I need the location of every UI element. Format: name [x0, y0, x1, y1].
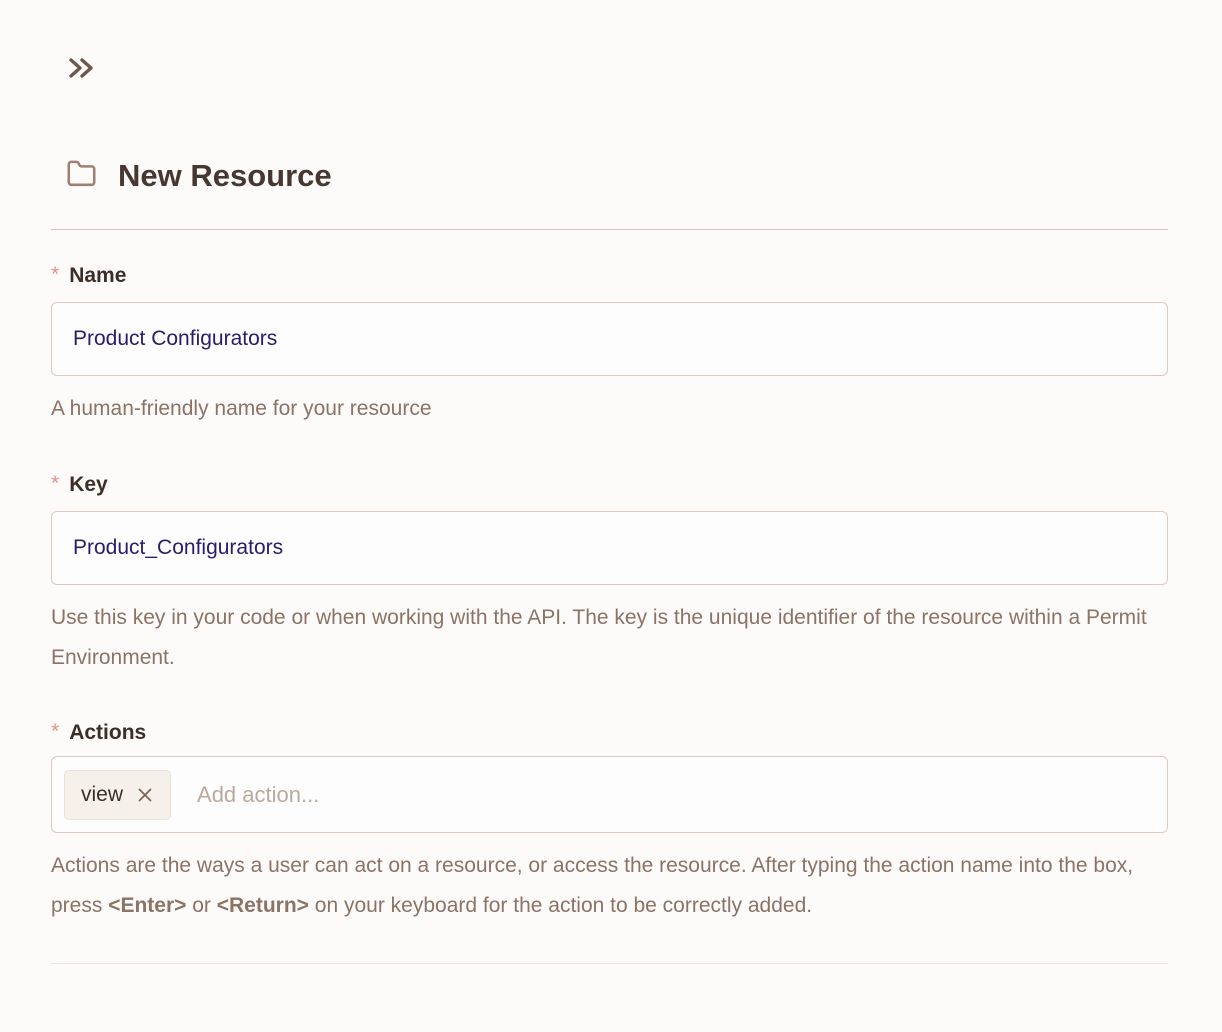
enter-key-hint: <Enter>: [108, 894, 186, 917]
drawer-header: New Resource: [66, 155, 1168, 197]
name-input[interactable]: [51, 302, 1168, 376]
key-helper-text: Use this key in your code or when workin…: [51, 598, 1168, 678]
name-helper-text: A human-friendly name for your resource: [51, 389, 1168, 429]
required-marker: *: [51, 470, 59, 498]
collapse-drawer-button[interactable]: [66, 53, 96, 86]
remove-action-icon[interactable]: [136, 786, 154, 804]
actions-helper-text: Actions are the ways a user can act on a…: [51, 846, 1168, 926]
footer-divider: [51, 963, 1168, 964]
action-tag-label: view: [81, 783, 123, 807]
page-title: New Resource: [118, 155, 332, 197]
add-action-input[interactable]: [195, 781, 1155, 809]
key-label: Key: [69, 471, 108, 499]
actions-tag-input-box[interactable]: view: [51, 756, 1168, 833]
header-divider: [51, 229, 1168, 230]
actions-label: Actions: [69, 719, 146, 747]
new-resource-drawer: New Resource * Name A human-friendly nam…: [0, 0, 1222, 1032]
return-key-hint: <Return>: [217, 894, 309, 917]
name-label: Name: [69, 262, 126, 290]
actions-label-row: * Actions: [51, 719, 1168, 747]
action-tag-chip: view: [64, 770, 171, 820]
key-input[interactable]: [51, 511, 1168, 585]
new-resource-form: * Name A human-friendly name for your re…: [51, 262, 1168, 926]
key-label-row: * Key: [51, 471, 1168, 499]
name-label-row: * Name: [51, 262, 1168, 290]
folder-icon: [66, 160, 97, 193]
double-chevron-right-icon: [66, 53, 96, 86]
required-marker: *: [51, 261, 59, 289]
required-marker: *: [51, 718, 59, 746]
